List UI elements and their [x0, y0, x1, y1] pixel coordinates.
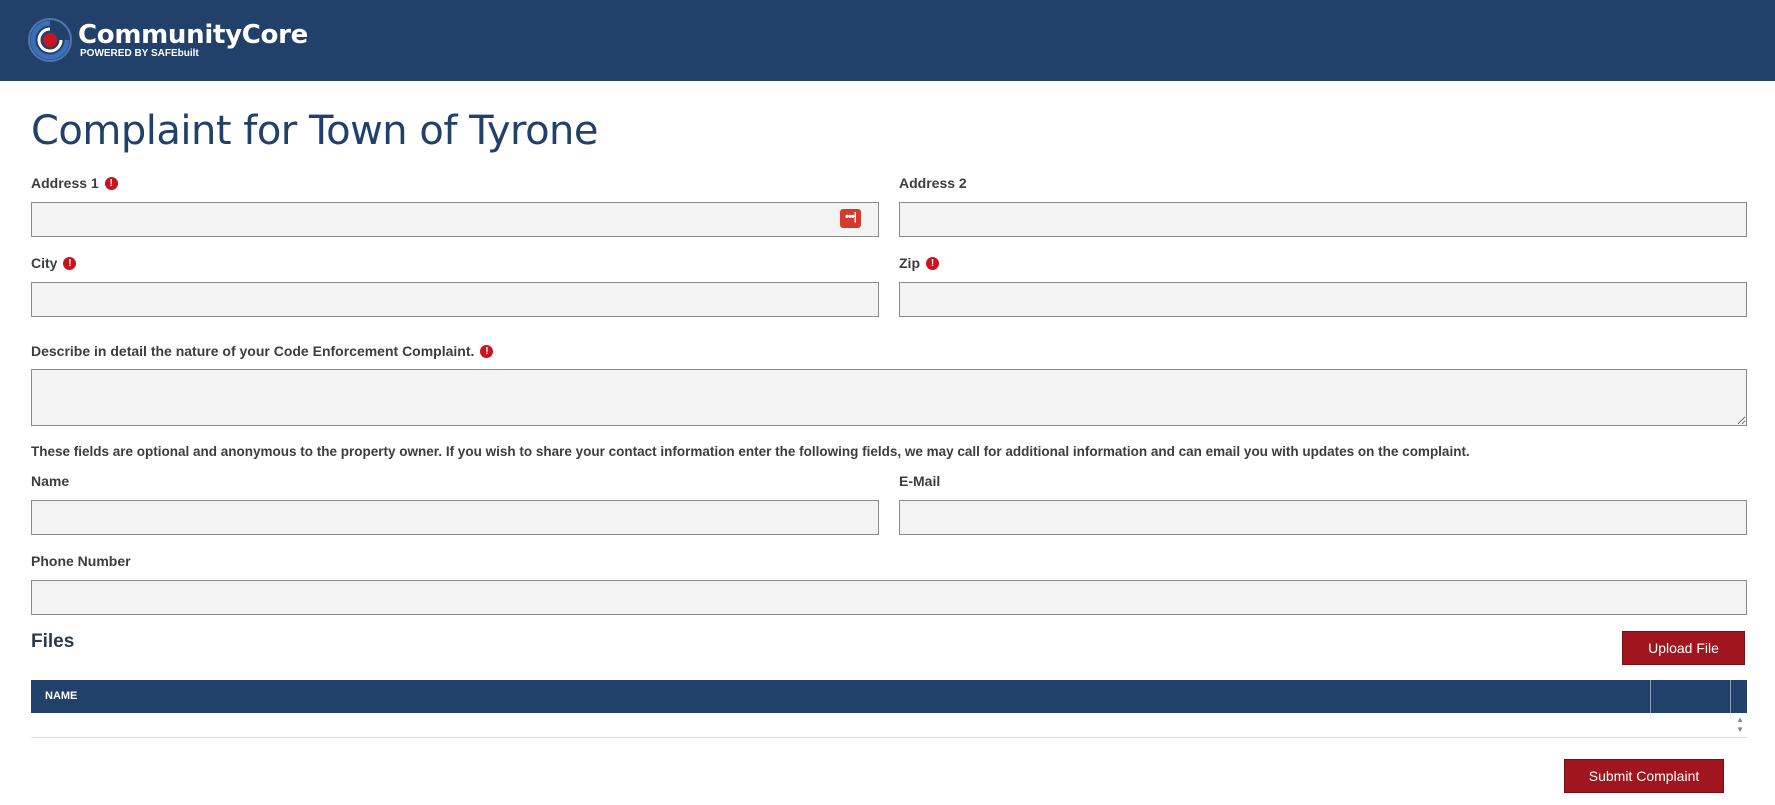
zip-input[interactable] [899, 282, 1747, 317]
address2-input[interactable] [899, 202, 1747, 237]
page-title: Complaint for Town of Tyrone [31, 108, 599, 154]
column-divider [1650, 680, 1651, 713]
email-input[interactable] [899, 500, 1747, 535]
address1-label: Address 1 ! [31, 175, 118, 191]
app-header: CommunityCore POWERED BY SAFEbuilt [0, 0, 1775, 81]
phone-input[interactable] [31, 580, 1747, 615]
name-label: Name [31, 473, 70, 489]
password-manager-icon[interactable]: •••| [840, 209, 861, 228]
description-textarea[interactable] [31, 369, 1747, 426]
city-label: City ! [31, 255, 77, 271]
communitycore-logo-icon [28, 18, 72, 62]
city-input[interactable] [31, 282, 879, 317]
required-icon: ! [926, 256, 939, 270]
brand-name: CommunityCore [78, 20, 308, 50]
required-icon: ! [104, 176, 118, 190]
address1-input[interactable] [31, 202, 879, 237]
upload-file-button[interactable]: Upload File [1622, 631, 1745, 665]
zip-label: Zip ! [899, 255, 939, 271]
required-icon: ! [63, 256, 77, 270]
required-icon: ! [480, 344, 494, 358]
optional-fields-note: These fields are optional and anonymous … [31, 444, 1470, 459]
files-section-title: Files [31, 631, 75, 652]
submit-complaint-button[interactable]: Submit Complaint [1564, 759, 1724, 793]
address2-label: Address 2 [899, 175, 967, 191]
column-divider [1730, 680, 1731, 713]
table-scrollbar[interactable]: ▲ ▼ [1736, 715, 1744, 735]
phone-label: Phone Number [31, 553, 131, 569]
description-label: Describe in detail the nature of your Co… [31, 343, 494, 359]
brand-tagline: POWERED BY SAFEbuilt [80, 48, 199, 59]
name-input[interactable] [31, 500, 879, 535]
files-table-body: ▲ ▼ [31, 713, 1747, 738]
files-table-header: NAME [31, 680, 1747, 713]
column-header-name[interactable]: NAME [45, 690, 77, 702]
email-label: E-Mail [899, 473, 941, 489]
